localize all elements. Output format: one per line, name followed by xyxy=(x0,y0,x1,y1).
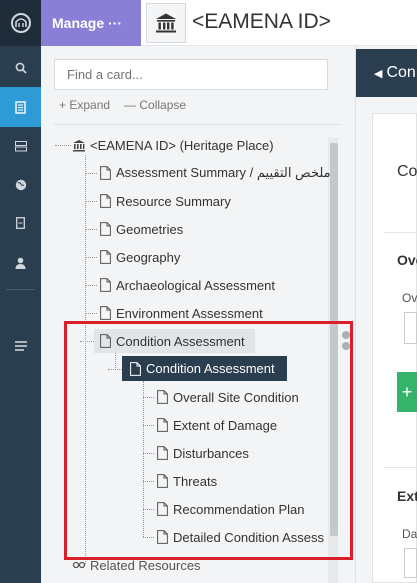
search-icon[interactable] xyxy=(0,48,41,88)
resource-editor-icon[interactable] xyxy=(0,87,41,127)
tree-item-geography[interactable]: Geography xyxy=(98,246,180,268)
collapse-all-button[interactable]: — Collapse xyxy=(124,98,186,112)
field-label-extent: Da xyxy=(402,527,417,541)
overall-condition-field[interactable] xyxy=(404,312,417,344)
menu-lines-icon[interactable] xyxy=(0,326,41,366)
tree-connector xyxy=(85,257,97,258)
tree-item-label: Resource Summary xyxy=(116,193,231,209)
tree-item-label: Geometries xyxy=(116,221,184,237)
add-button[interactable]: + xyxy=(397,372,417,412)
bookmark-icon[interactable] xyxy=(0,203,41,243)
field-label-overall: Ov xyxy=(402,291,417,305)
resource-title: <EAMENA ID> xyxy=(192,10,331,33)
database-icon[interactable] xyxy=(0,126,41,166)
tree-root-node[interactable]: <EAMENA ID> (Heritage Place) xyxy=(72,134,274,156)
tree-item-label: Archaeological Assessment xyxy=(116,277,275,293)
file-icon xyxy=(98,305,112,321)
manage-dots: ··· xyxy=(108,15,123,31)
card-heading: Co xyxy=(397,163,417,180)
tree-connector xyxy=(55,145,71,146)
file-icon xyxy=(98,249,112,265)
file-icon xyxy=(98,221,112,237)
chevron-left-icon: ◀ xyxy=(374,67,383,80)
card-form xyxy=(372,113,417,583)
card-nav-label: Con xyxy=(386,64,416,81)
heritage-place-icon xyxy=(146,3,186,43)
file-icon xyxy=(98,165,112,181)
section-divider xyxy=(384,467,417,468)
find-card-input[interactable] xyxy=(54,59,328,90)
tree-connector xyxy=(85,173,97,174)
card-nav-bar[interactable]: ◀ Con xyxy=(356,49,417,97)
tree-controls: + Expand — Collapse xyxy=(59,98,200,112)
tree-connector xyxy=(85,285,97,286)
rail-divider xyxy=(6,289,35,290)
tree-item-label: Environment Assessment xyxy=(116,305,263,321)
tree-item-resource-summary[interactable]: Resource Summary xyxy=(98,190,231,212)
tree-item-label: Geography xyxy=(116,249,181,265)
tree-connector xyxy=(85,229,97,230)
tree-item-label: Assessment Summary / ملخص التقييم xyxy=(116,165,331,180)
highlight-annotation-box xyxy=(64,321,353,560)
app-logo-icon[interactable] xyxy=(0,0,41,46)
file-icon xyxy=(98,193,112,209)
tree-item-geometries[interactable]: Geometries xyxy=(98,218,183,240)
tree-connector xyxy=(85,313,97,314)
tree-root-label: <EAMENA ID> (Heritage Place) xyxy=(90,137,274,153)
heritage-place-icon xyxy=(72,137,86,153)
manage-label: Manage xyxy=(52,15,105,31)
expand-all-button[interactable]: + Expand xyxy=(59,98,110,112)
section-heading-overall: Ove xyxy=(397,252,417,268)
file-icon xyxy=(98,277,112,293)
resource-header: <EAMENA ID> xyxy=(141,0,417,46)
user-icon[interactable] xyxy=(0,243,41,283)
manage-menu-button[interactable]: Manage ··· xyxy=(41,0,141,46)
tree-item-archaeological-assessment[interactable]: Archaeological Assessment xyxy=(98,274,275,296)
tree-divider xyxy=(54,124,340,125)
section-heading-extent: Ext xyxy=(397,488,417,504)
section-divider xyxy=(384,232,417,233)
extent-field[interactable] xyxy=(404,548,417,578)
tree-connector xyxy=(85,201,97,202)
tree-item-assessment-summary[interactable]: Assessment Summary / ملخص التقييم xyxy=(98,162,331,184)
globe-icon[interactable] xyxy=(0,165,41,205)
